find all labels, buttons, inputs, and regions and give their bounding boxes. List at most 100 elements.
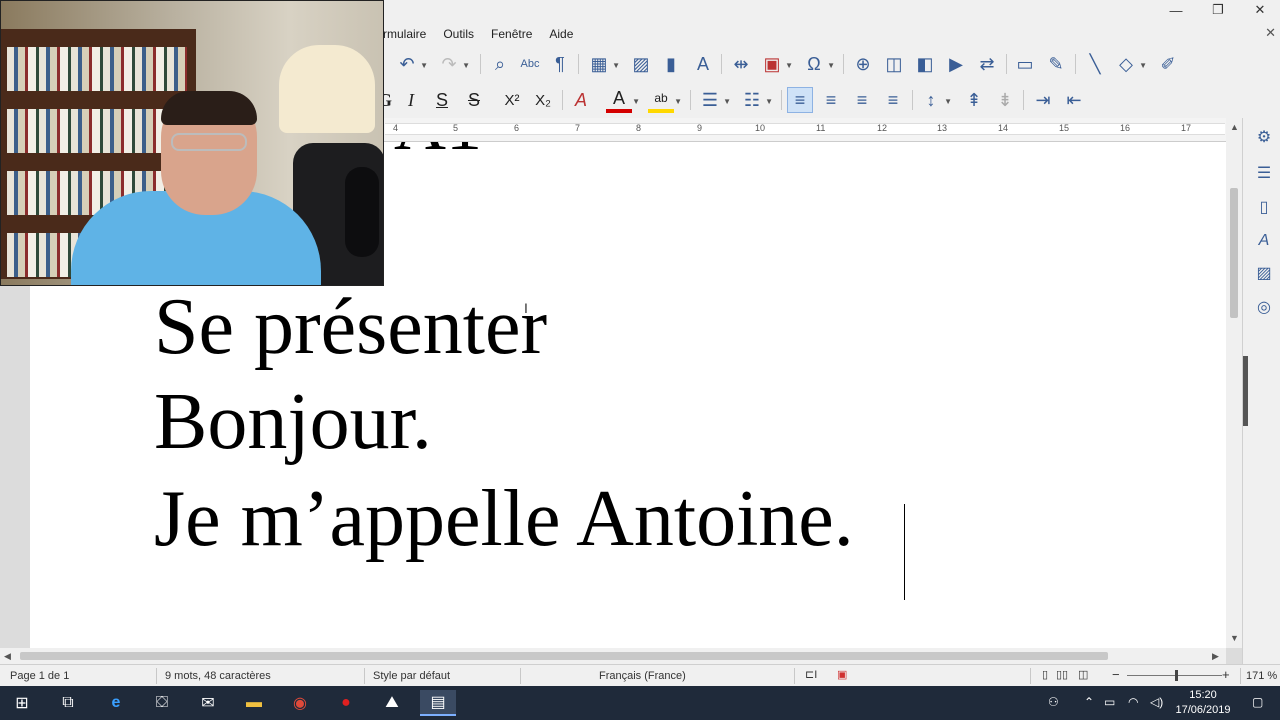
line-spacing-button[interactable]: ↕ ▼ [918, 87, 953, 113]
chevron-down-icon[interactable]: ▼ [612, 61, 620, 70]
menu-formulaire[interactable]: rmulaire [383, 27, 426, 41]
underline-button[interactable]: S [429, 87, 455, 113]
insert-comment-button[interactable]: ▭ [1012, 51, 1038, 77]
chevron-down-icon[interactable]: ▼ [944, 97, 952, 106]
task-view-button[interactable]: ⧉ [50, 690, 86, 716]
subscript-button[interactable]: X₂ [530, 87, 556, 113]
endnote-button[interactable]: ◧ [912, 51, 938, 77]
properties-icon[interactable]: ☰ [1253, 162, 1275, 184]
align-right-button[interactable]: ≡ [849, 87, 875, 113]
chevron-down-icon[interactable]: ▼ [827, 61, 835, 70]
store-button[interactable]: ⛋ [144, 690, 180, 716]
chrome-button[interactable]: ◉ [282, 690, 318, 716]
settings-icon[interactable]: ⚙ [1253, 126, 1275, 148]
recorder-button[interactable]: ● [328, 690, 364, 716]
insert-image-button[interactable]: ▨ [628, 51, 654, 77]
volume-icon[interactable]: ◁) [1150, 695, 1163, 709]
close-document-button[interactable]: ✕ [1265, 25, 1276, 41]
insert-table-button[interactable]: ▦ ▼ [586, 51, 620, 77]
undo-button[interactable]: ↶ ▼ [394, 51, 428, 77]
chevron-down-icon[interactable]: ▼ [1139, 61, 1147, 70]
menu-fenetre[interactable]: Fenêtre [491, 27, 532, 41]
strikethrough-button[interactable]: S [461, 87, 487, 113]
single-page-view-icon[interactable]: ▯ [1042, 668, 1048, 681]
insert-mode-icon[interactable]: ⊏I [805, 668, 817, 681]
chevron-down-icon[interactable]: ▼ [674, 97, 682, 106]
horizontal-scrollbar[interactable]: ◀ ▶ [0, 648, 1226, 664]
menu-outils[interactable]: Outils [443, 27, 474, 41]
tray-chevron-up-icon[interactable]: ⌃ [1084, 695, 1094, 709]
scroll-down-icon[interactable]: ▼ [1230, 633, 1239, 643]
special-character-button[interactable]: Ω ▼ [801, 51, 835, 77]
close-button[interactable]: ✕ [1240, 0, 1280, 20]
spelling-button[interactable]: Abc [517, 51, 543, 77]
navigator-icon[interactable]: ◎ [1253, 296, 1275, 318]
vertical-scroll-thumb[interactable] [1230, 188, 1238, 318]
increase-indent-button[interactable]: ⇥ [1030, 87, 1056, 113]
multi-page-view-icon[interactable]: ▯▯ [1056, 668, 1068, 681]
notifications-icon[interactable]: ▢ [1252, 695, 1263, 709]
menu-aide[interactable]: Aide [549, 27, 573, 41]
battery-icon[interactable]: ▭ [1104, 695, 1115, 709]
file-explorer-button[interactable]: ▬ [236, 690, 272, 716]
document-modified-icon[interactable]: ▣ [837, 668, 847, 681]
track-changes-button[interactable]: ✎ [1043, 51, 1069, 77]
chevron-down-icon[interactable]: ▼ [765, 97, 773, 106]
italic-button[interactable]: I [398, 87, 424, 113]
styles-icon[interactable]: A [1253, 230, 1275, 252]
taskbar-clock[interactable]: 15:20 17/06/2019 [1170, 688, 1236, 718]
page-break-button[interactable]: ⇹ [728, 51, 754, 77]
gallery-icon[interactable]: ▨ [1253, 262, 1275, 284]
writer-button[interactable]: ▤ [420, 690, 456, 716]
zoom-slider-knob[interactable] [1175, 670, 1178, 681]
basic-shapes-button[interactable]: ◇ ▼ [1113, 51, 1147, 77]
chevron-down-icon[interactable]: ▼ [785, 61, 793, 70]
insert-textbox-button[interactable]: A [690, 51, 716, 77]
decrease-indent-button[interactable]: ⇤ [1061, 87, 1087, 113]
vertical-scrollbar[interactable]: ▲ ▼ [1226, 118, 1242, 648]
decrease-paragraph-spacing-button[interactable]: ⇟ [992, 87, 1018, 113]
zoom-out-icon[interactable]: − [1112, 667, 1120, 682]
zoom-level[interactable]: 171 % [1246, 670, 1277, 682]
chevron-down-icon[interactable]: ▼ [632, 97, 640, 106]
wifi-icon[interactable]: ◠ [1128, 695, 1138, 709]
formatting-marks-button[interactable]: ¶ [547, 51, 573, 77]
start-button[interactable]: ⊞ [4, 690, 40, 716]
justify-button[interactable]: ≡ [880, 87, 906, 113]
numbering-button[interactable]: ☷ ▼ [739, 87, 773, 113]
align-left-button[interactable]: ≡ [787, 87, 813, 113]
insert-chart-button[interactable]: ▮ [658, 51, 684, 77]
footnote-button[interactable]: ◫ [881, 51, 907, 77]
page-style[interactable]: Style par défaut [373, 670, 450, 682]
cross-reference-button[interactable]: ⇄ [974, 51, 1000, 77]
photos-button[interactable]: ⛰ [374, 690, 410, 716]
increase-paragraph-spacing-button[interactable]: ⇞ [961, 87, 987, 113]
find-replace-button[interactable]: ⌕ [487, 51, 513, 77]
word-count[interactable]: 9 mots, 48 caractères [165, 670, 271, 682]
horizontal-scroll-thumb[interactable] [20, 652, 1108, 660]
sidebar-collapse-handle[interactable] [1243, 356, 1248, 426]
mail-button[interactable]: ✉ [190, 690, 226, 716]
people-icon[interactable]: ⚇ [1048, 695, 1059, 709]
chevron-down-icon[interactable]: ▼ [462, 61, 470, 70]
page-icon[interactable]: ▯ [1253, 196, 1275, 218]
chevron-down-icon[interactable]: ▼ [420, 61, 428, 70]
chevron-down-icon[interactable]: ▼ [723, 97, 731, 106]
hyperlink-button[interactable]: ⊕ [850, 51, 876, 77]
scroll-up-icon[interactable]: ▲ [1230, 122, 1239, 132]
book-view-icon[interactable]: ◫ [1078, 668, 1088, 681]
document-language[interactable]: Français (France) [599, 670, 686, 682]
clear-formatting-button[interactable]: A [568, 87, 594, 113]
draw-functions-button[interactable]: ✐ [1155, 51, 1181, 77]
zoom-in-icon[interactable]: + [1222, 667, 1230, 682]
align-center-button[interactable]: ≡ [818, 87, 844, 113]
edge-button[interactable]: e [98, 690, 134, 716]
scroll-right-icon[interactable]: ▶ [1212, 651, 1219, 662]
superscript-button[interactable]: X² [499, 87, 525, 113]
page-count[interactable]: Page 1 de 1 [10, 670, 69, 682]
restore-button[interactable]: ❐ [1198, 0, 1238, 20]
bullets-button[interactable]: ☰ ▼ [697, 87, 731, 113]
insert-line-button[interactable]: ╲ [1082, 51, 1108, 77]
minimize-button[interactable]: — [1156, 0, 1196, 20]
font-color-button[interactable]: A ▼ [606, 87, 640, 113]
